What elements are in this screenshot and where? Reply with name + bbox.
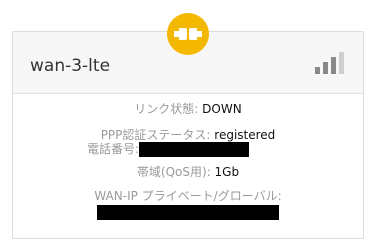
signal-bar-2 xyxy=(323,62,328,74)
ppp-auth-value: registered xyxy=(214,128,276,142)
ppp-auth-label: PPP認証ステータス: xyxy=(100,128,211,142)
plug-connected-icon xyxy=(167,13,209,55)
signal-bar-3 xyxy=(331,57,336,74)
card-title: wan-3-lte xyxy=(30,56,111,76)
phone-row: 電話番号: xyxy=(0,142,343,157)
wan-status-card: wan-3-lte リンク状態: DOWN PPP認証ステータス: regist… xyxy=(12,31,364,239)
bandwidth-label: 帯域(QoS用): xyxy=(136,165,211,179)
wan-ip-row: WAN-IP プライベート/グローバル: xyxy=(13,189,363,204)
wan-ip-redacted xyxy=(97,205,279,220)
bandwidth-row: 帯域(QoS用): 1Gb xyxy=(13,165,363,180)
wan-ip-value-row xyxy=(13,205,363,220)
link-status-row: リンク状態: DOWN xyxy=(13,102,363,117)
ppp-auth-row: PPP認証ステータス: registered xyxy=(13,128,363,143)
signal-bar-1 xyxy=(315,67,320,74)
wan-ip-label: WAN-IP プライベート/グローバル: xyxy=(94,189,282,203)
phone-redacted xyxy=(139,142,250,157)
phone-label: 電話番号: xyxy=(86,142,140,156)
link-status-value: DOWN xyxy=(202,102,242,116)
bandwidth-value: 1Gb xyxy=(214,165,240,179)
signal-bar-4 xyxy=(339,52,344,74)
signal-strength-icon xyxy=(315,52,344,74)
link-status-label: リンク状態: xyxy=(134,102,199,116)
